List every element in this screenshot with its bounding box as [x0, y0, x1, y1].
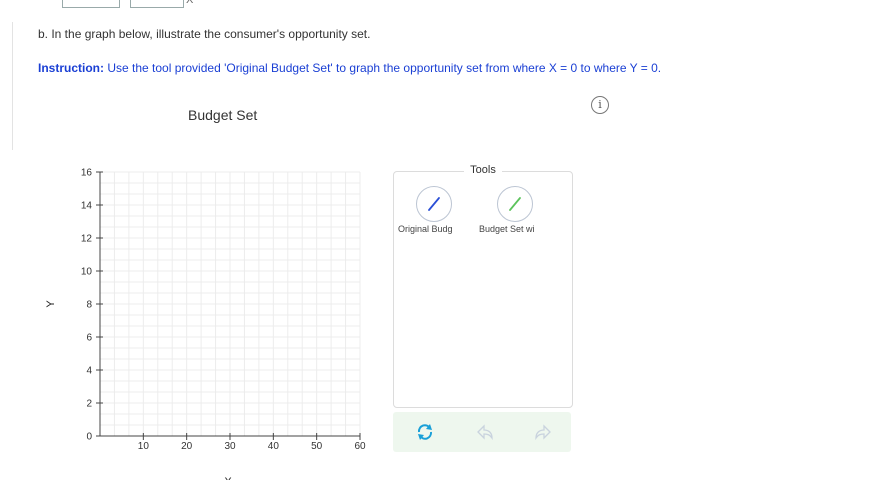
- y-tick-label: 6: [86, 333, 92, 344]
- y-tick-label: 16: [81, 168, 93, 179]
- redo-button[interactable]: [533, 422, 553, 442]
- tool-label-budget-set-with: Budget Set wi: [479, 224, 535, 234]
- x-axis-label: X: [224, 476, 232, 480]
- y-tick-label: 4: [86, 366, 92, 377]
- y-tick-label: 0: [86, 432, 92, 443]
- y-axis-label: Y: [45, 300, 57, 308]
- line-tool-icon: [428, 197, 440, 211]
- reset-button[interactable]: [415, 422, 435, 442]
- tools-title: Tools: [464, 164, 502, 176]
- y-tick-label: 8: [86, 300, 92, 311]
- x-tick-label: 50: [311, 441, 323, 452]
- x-tick-label: 20: [181, 441, 193, 452]
- x-tick-label: 40: [268, 441, 280, 452]
- budget-set-with-tool[interactable]: [497, 186, 533, 222]
- reset-icon: [417, 424, 433, 440]
- y-tick-label: 12: [81, 234, 93, 245]
- y-tick-label: 14: [81, 201, 93, 212]
- undo-button[interactable]: [475, 422, 495, 442]
- original-budget-set-tool[interactable]: [416, 186, 452, 222]
- x-tick-label: 60: [354, 441, 366, 452]
- x-tick-label: 30: [224, 441, 236, 452]
- undo-icon: [477, 424, 493, 441]
- redo-icon: [535, 424, 551, 441]
- x-tick-label: 10: [138, 441, 150, 452]
- action-bar: [393, 412, 571, 452]
- line-tool-icon: [509, 197, 521, 211]
- y-tick-label: 10: [81, 267, 93, 278]
- tool-label-original-budget: Original Budg: [398, 224, 453, 234]
- y-tick-label: 2: [86, 399, 92, 410]
- tools-panel: Tools Original Budg Budget Set wi: [393, 164, 573, 408]
